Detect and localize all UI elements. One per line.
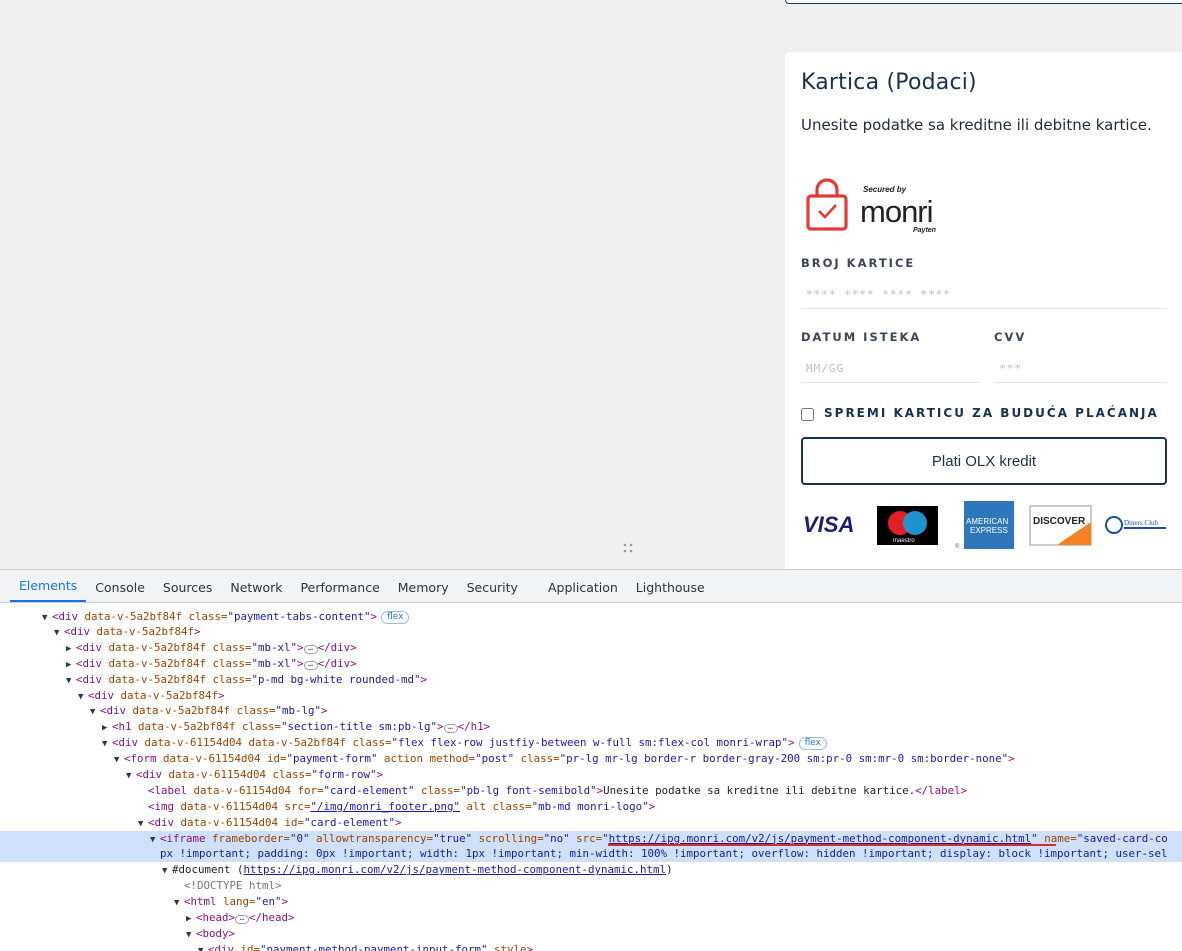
dom-node[interactable]: ▼ <div id="payment-method-payment-input-f… xyxy=(0,942,1182,951)
dom-node[interactable]: ▼ <div data-v-5a2bf84f> xyxy=(0,688,1182,704)
svg-text:maestro: maestro xyxy=(893,538,915,544)
svg-text:DISCOVER: DISCOVER xyxy=(1033,516,1086,527)
dom-node[interactable]: ▼ <form data-v-61154d04 id="payment-form"… xyxy=(0,751,1182,767)
iframe-src-link[interactable]: https://ipg.monri.com/v2/js/payment-meth… xyxy=(609,832,1032,845)
tab-performance[interactable]: Performance xyxy=(292,570,389,602)
top-box xyxy=(785,0,1182,4)
dom-node[interactable]: ▼ <html lang="en"> xyxy=(0,894,1182,910)
discover-logo: DISCOVER xyxy=(1029,505,1092,546)
maestro-logo: maestro xyxy=(877,506,938,545)
amex-logo: AMERICAN EXPRESS ® xyxy=(955,501,1014,550)
dom-node[interactable]: ▶ <head>… </head> xyxy=(0,910,1182,926)
ellipsis-icon[interactable]: … xyxy=(303,643,318,654)
padlock-icon xyxy=(806,178,848,231)
tab-lighthouse[interactable]: Lighthouse xyxy=(627,570,714,602)
cvv-input[interactable] xyxy=(994,354,1167,383)
ellipsis-icon[interactable]: … xyxy=(235,914,250,925)
tab-network[interactable]: Network xyxy=(221,570,291,602)
tab-memory[interactable]: Memory xyxy=(389,570,458,602)
dom-node[interactable]: <img data-v-61154d04 src="/img/monri_foo… xyxy=(0,799,1182,815)
save-card-checkbox[interactable] xyxy=(801,408,814,421)
card-number-label: BROJ KARTICE xyxy=(801,256,916,270)
page-viewport: Kartica (Podaci) Unesite podatke sa kred… xyxy=(0,0,1182,569)
expiry-label: DATUM ISTEKA xyxy=(801,330,922,344)
dom-tree: ▼ <div data-v-5a2bf84f class="payment-tab… xyxy=(0,604,1182,951)
secured-by-text: Secured by xyxy=(863,185,907,194)
flex-badge[interactable]: flex xyxy=(798,737,827,751)
card-subtitle: Unesite podatke sa kreditne ili debitne … xyxy=(801,116,1152,134)
save-card-row: SPREMI KARTICU ZA BUDUĆA PLAĆANJA xyxy=(801,404,1159,421)
tab-elements[interactable]: Elements xyxy=(10,570,87,602)
expiry-input[interactable] xyxy=(801,354,979,383)
dom-node[interactable]: ▶ <div data-v-5a2bf84f class="mb-xl">… </d… xyxy=(0,656,1182,672)
dom-node-style-continuation[interactable]: px !important; padding: 0px !important; … xyxy=(0,846,1182,863)
tab-application[interactable]: Application xyxy=(539,570,627,602)
card-title: Kartica (Podaci) xyxy=(801,70,977,95)
svg-text:Diners Club: Diners Club xyxy=(1124,519,1159,527)
tab-security[interactable]: Security xyxy=(458,570,527,602)
visa-logo: VISA xyxy=(803,512,854,537)
cvv-label: CVV xyxy=(994,330,1027,344)
devtools-panel: Elements Console Sources Network Perform… xyxy=(0,569,1182,951)
save-card-label[interactable]: SPREMI KARTICU ZA BUDUĆA PLAĆANJA xyxy=(824,406,1159,420)
dom-node[interactable]: ▼ <div data-v-61154d04 data-v-5a2bf84f cl… xyxy=(0,735,1182,751)
pay-olx-credit-button[interactable]: Plati OLX kredit xyxy=(801,437,1167,485)
dom-node[interactable]: ▼ <div data-v-5a2bf84f class="mb-lg"> xyxy=(0,703,1182,719)
red-annotation-underline xyxy=(608,844,1056,846)
svg-text:EXPRESS: EXPRESS xyxy=(970,526,1008,535)
dom-node-document[interactable]: ▼ #document (https://ipg.monri.com/v2/js/… xyxy=(0,862,1182,878)
ellipsis-icon[interactable]: … xyxy=(303,659,318,670)
monri-logo: Secured by monri Payten xyxy=(806,178,936,234)
collapse-triangle-icon[interactable]: ▼ xyxy=(198,944,208,951)
dom-node[interactable]: ▼ <div data-v-5a2bf84f class="payment-tab… xyxy=(0,604,1182,624)
tab-sources[interactable]: Sources xyxy=(154,570,221,602)
dom-node[interactable]: ▶ <div data-v-5a2bf84f class="mb-xl">… </d… xyxy=(0,640,1182,656)
dom-node[interactable]: ▼ <div data-v-61154d04 class="form-row"> xyxy=(0,767,1182,783)
payten-text: Payten xyxy=(913,227,936,234)
monri-brand-text: monri xyxy=(860,194,933,229)
card-brand-logos: VISA maestro AMERICAN EXPRESS ® DISCOVER xyxy=(803,501,1166,550)
diners-club-logo: Diners Club xyxy=(1105,516,1166,534)
dom-node[interactable]: ▼ <body> xyxy=(0,926,1182,942)
card-details-panel: Kartica (Podaci) Unesite podatke sa kred… xyxy=(785,52,1182,569)
dom-node[interactable]: ▼ <div data-v-5a2bf84f class="p-md bg-whi… xyxy=(0,672,1182,688)
dom-node[interactable]: ▼ <div data-v-5a2bf84f> xyxy=(0,624,1182,640)
svg-text:AMERICAN: AMERICAN xyxy=(966,517,1008,526)
tab-console[interactable]: Console xyxy=(86,570,154,602)
dom-node[interactable]: ▶ <h1 data-v-5a2bf84f class="section-titl… xyxy=(0,719,1182,735)
img-src-link[interactable]: "/img/monri_footer.png" xyxy=(311,800,461,813)
flex-badge[interactable]: flex xyxy=(381,611,410,624)
dom-node-doctype[interactable]: <!DOCTYPE html> xyxy=(0,878,1182,894)
resize-handle-icon[interactable] xyxy=(622,542,634,554)
devtools-tab-bar: Elements Console Sources Network Perform… xyxy=(0,570,1182,603)
svg-text:®: ® xyxy=(955,543,960,550)
dom-node[interactable]: <label data-v-61154d04 for="card-element… xyxy=(0,783,1182,799)
document-link[interactable]: https://ipg.monri.com/v2/js/payment-meth… xyxy=(244,863,667,876)
card-number-input[interactable] xyxy=(801,280,1167,309)
svg-text:VISA: VISA xyxy=(803,512,854,537)
dom-node[interactable]: ▼ <div data-v-61154d04 id="card-element"> xyxy=(0,815,1182,831)
ellipsis-icon[interactable]: … xyxy=(443,723,458,734)
